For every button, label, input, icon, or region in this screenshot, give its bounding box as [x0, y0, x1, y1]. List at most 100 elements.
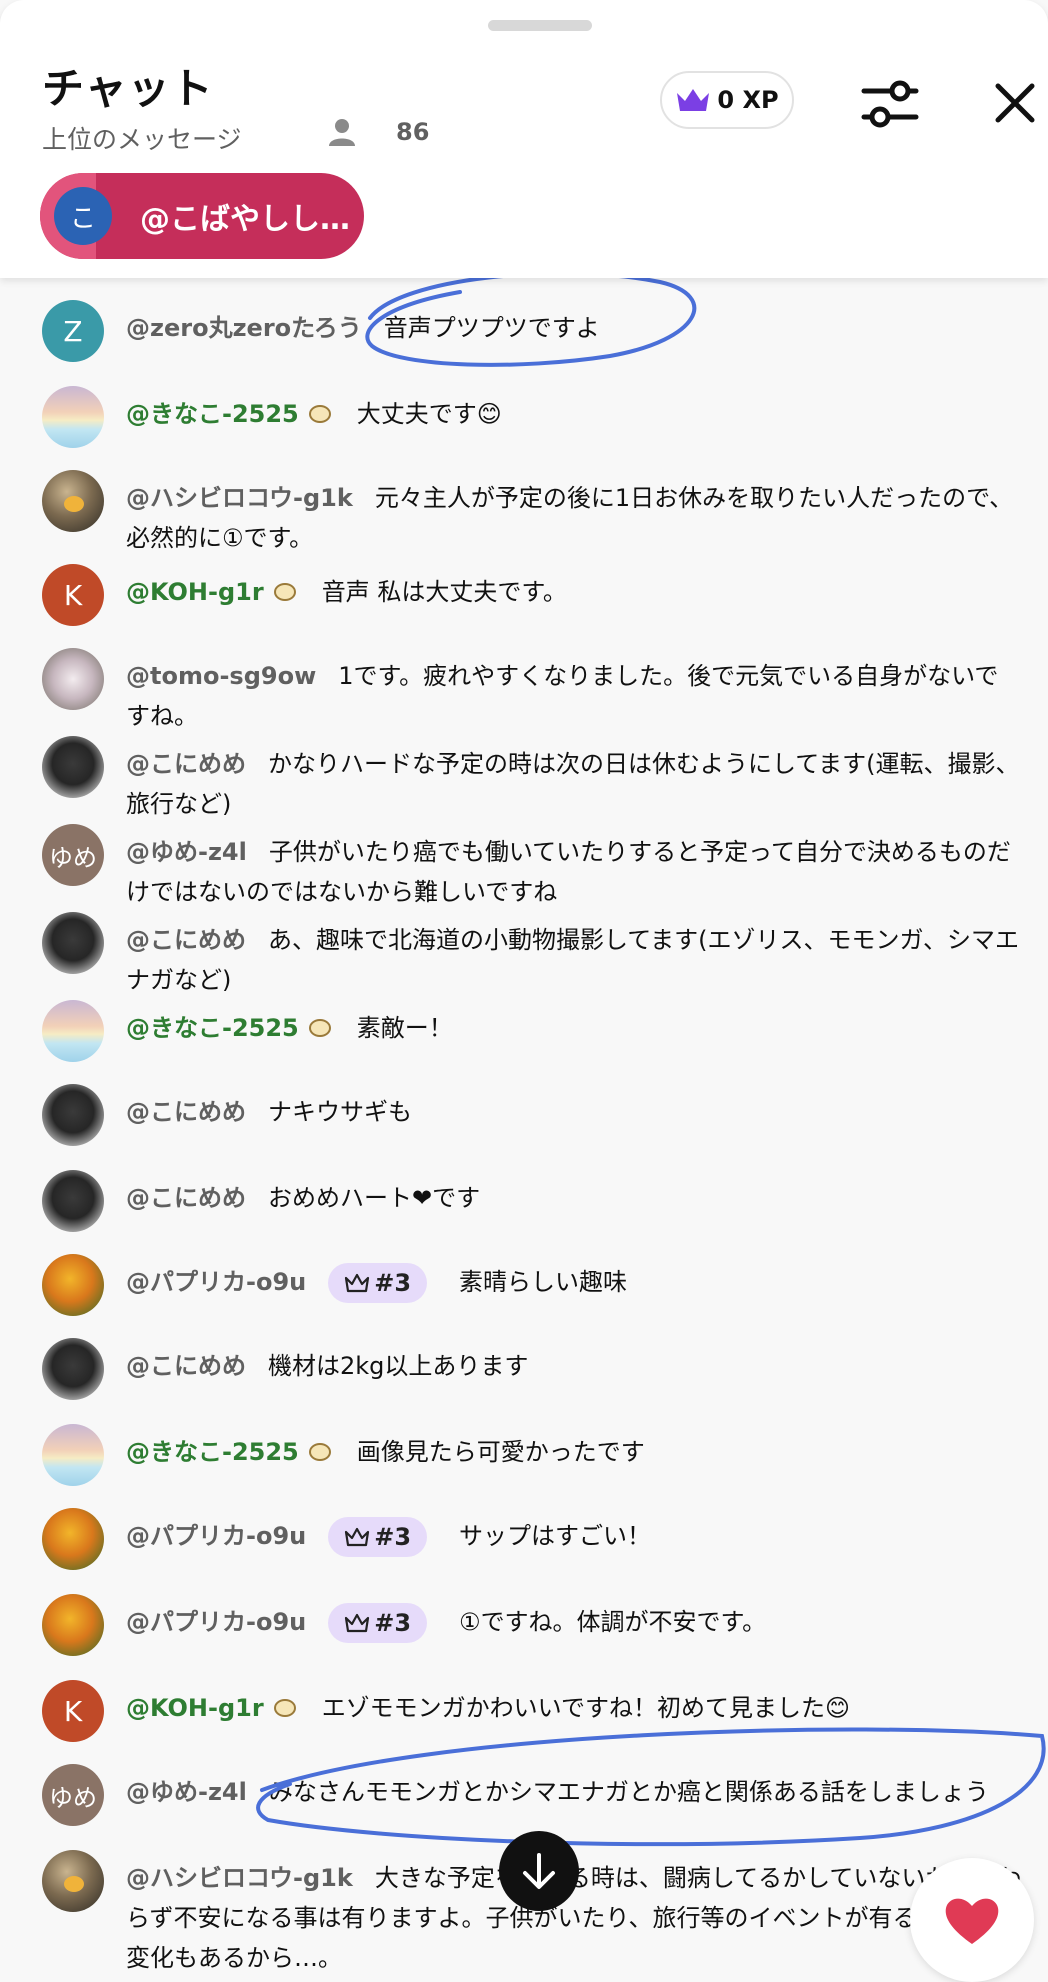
chat-message[interactable]: @こにめめ ナキウサギも [42, 1084, 1022, 1146]
rank-badge: #3 [328, 1517, 428, 1557]
message-body: @きなこ-2525 素敵ー！ [126, 1000, 1022, 1048]
message-text: みなさんモモンガとかシマエナガとか癌と関係ある話をしましょう [268, 1778, 989, 1806]
message-author[interactable]: @こにめめ [126, 1098, 246, 1126]
message-body: @こにめめ 機材は2kg以上あります [126, 1338, 1022, 1386]
avatar [42, 1338, 104, 1400]
message-author[interactable]: @きなこ-2525 [126, 1014, 299, 1042]
message-author[interactable]: @きなこ-2525 [126, 1438, 299, 1466]
message-text: 子供がいたり癌でも働いていたりすると予定って自分で決めるものだけではないのではな… [126, 838, 1011, 906]
message-author[interactable]: @ゆめ-z4l [126, 838, 247, 866]
xp-value: 0 XP [717, 86, 779, 114]
person-icon [329, 119, 355, 146]
avatar: ゆめ [42, 824, 104, 886]
avatar [42, 736, 104, 798]
message-author[interactable]: @ゆめ-z4l [126, 1778, 247, 1806]
message-text: 機材は2kg以上あります [268, 1352, 529, 1380]
rank-value: #3 [374, 1269, 412, 1297]
avatar [42, 1254, 104, 1316]
message-author[interactable]: @パプリカ-o9u [126, 1608, 306, 1636]
message-body: @パプリカ-o9u #3 サップはすごい！ [126, 1508, 1022, 1557]
member-badge-icon [273, 583, 296, 601]
pinned-user-name: @こばやしし… [140, 202, 350, 237]
message-text: 素晴らしい趣味 [459, 1268, 628, 1296]
chat-message[interactable]: @パプリカ-o9u #3 サップはすごい！ [42, 1508, 1022, 1570]
message-text: かなりハードな予定の時は次の日は休むようにしてます(運転、撮影、旅行など) [126, 750, 1020, 818]
chat-message[interactable]: @きなこ-2525 素敵ー！ [42, 1000, 1022, 1062]
message-author[interactable]: @zero丸zeroたろう [126, 314, 362, 342]
message-author[interactable]: @ハシビロコウ-g1k [126, 484, 353, 512]
chat-message[interactable]: @きなこ-2525 画像見たら可愛かったです [42, 1424, 1022, 1486]
message-text: 音声 私は大丈夫です。 [321, 578, 567, 606]
chat-header: チャット 上位のメッセージ 86 0 XP こ @こばやしし… [0, 0, 1048, 278]
message-body: @zero丸zeroたろう 音声プツプツですよ [126, 300, 1022, 348]
message-body: @きなこ-2525 大丈夫です😊 [126, 386, 1022, 434]
top-messages-selector[interactable]: 上位のメッセージ [42, 120, 242, 156]
chat-message[interactable]: ゆめ @ゆめ-z4l 子供がいたり癌でも働いていたりすると予定って自分で決めるもの… [42, 824, 1022, 912]
message-text: エゾモモンガかわいいですね！初めて見ました😊 [321, 1694, 850, 1722]
message-body: @ゆめ-z4l 子供がいたり癌でも働いていたりすると予定って自分で決めるものだけで… [126, 824, 1022, 912]
heart-reaction-button[interactable] [910, 1858, 1034, 1982]
message-body: @パプリカ-o9u #3 ①ですね。体調が不安です。 [126, 1594, 1022, 1643]
avatar [42, 648, 104, 710]
message-author[interactable]: @こにめめ [126, 926, 246, 954]
message-body: @こにめめ かなりハードな予定の時は次の日は休むようにしてます(運転、撮影、旅行な… [126, 736, 1022, 824]
xp-button[interactable]: 0 XP [660, 71, 794, 129]
avatar: ゆめ [42, 1764, 104, 1826]
heart-icon [945, 1898, 999, 1944]
message-text: 音声プツプツですよ [383, 314, 600, 342]
chat-message[interactable]: Z @zero丸zeroたろう 音声プツプツですよ [42, 300, 1022, 362]
avatar: こ [54, 187, 112, 245]
chat-message[interactable]: K @KOH-g1r エゾモモンガかわいいですね！初めて見ました😊 [42, 1680, 1022, 1742]
chat-message[interactable]: @パプリカ-o9u #3 ①ですね。体調が不安です。 [42, 1594, 1022, 1656]
message-author[interactable]: @パプリカ-o9u [126, 1522, 306, 1550]
member-badge-icon [308, 405, 331, 423]
chat-message[interactable]: @tomo-sg9ow 1です。疲れやすくなりました。後で元気でいる自身がないです… [42, 648, 1022, 736]
viewer-count-value: 86 [396, 118, 430, 146]
message-body: @こにめめ おめめハート❤です [126, 1170, 1022, 1218]
message-author[interactable]: @KOH-g1r [126, 1694, 264, 1722]
scroll-to-latest-button[interactable] [499, 1831, 579, 1911]
message-author[interactable]: @KOH-g1r [126, 578, 264, 606]
chat-message[interactable]: K @KOH-g1r 音声 私は大丈夫です。 [42, 564, 1022, 626]
member-badge-icon [308, 1019, 331, 1037]
drag-handle[interactable] [488, 20, 592, 31]
rank-badge: #3 [328, 1263, 428, 1303]
message-text: あ、趣味で北海道の小動物撮影してます(エゾリス、モモンガ、シマエナガなど) [126, 926, 1019, 994]
chat-message[interactable]: ゆめ @ゆめ-z4l みなさんモモンガとかシマエナガとか癌と関係ある話をしましょう [42, 1764, 1022, 1826]
message-body: @ハシビロコウ-g1k 元々主人が予定の後に1日お休みを取りたい人だったので、必然… [126, 470, 1022, 558]
close-icon[interactable] [990, 78, 1040, 128]
message-text: おめめハート❤です [268, 1184, 481, 1212]
avatar [42, 1084, 104, 1146]
chat-message[interactable]: @こにめめ あ、趣味で北海道の小動物撮影してます(エゾリス、モモンガ、シマエナガな… [42, 912, 1022, 1000]
avatar [42, 470, 104, 532]
message-body: @こにめめ ナキウサギも [126, 1084, 1022, 1132]
message-author[interactable]: @tomo-sg9ow [126, 662, 316, 690]
chat-message[interactable]: @こにめめ おめめハート❤です [42, 1170, 1022, 1232]
message-body: @ゆめ-z4l みなさんモモンガとかシマエナガとか癌と関係ある話をしましょう [126, 1764, 1022, 1812]
avatar: Z [42, 300, 104, 362]
chat-message[interactable]: @こにめめ 機材は2kg以上あります [42, 1338, 1022, 1400]
crown-icon [345, 1527, 370, 1547]
message-author[interactable]: @ハシビロコウ-g1k [126, 1864, 353, 1892]
message-text: ①ですね。体調が不安です。 [459, 1608, 767, 1636]
rank-value: #3 [374, 1609, 412, 1637]
pinned-user-chip[interactable]: こ @こばやしし… [40, 173, 364, 259]
message-text: ナキウサギも [268, 1098, 412, 1126]
chat-message[interactable]: @パプリカ-o9u #3 素晴らしい趣味 [42, 1254, 1022, 1316]
message-author[interactable]: @きなこ-2525 [126, 400, 299, 428]
message-author[interactable]: @こにめめ [126, 1352, 246, 1380]
chat-message[interactable]: @ハシビロコウ-g1k 元々主人が予定の後に1日お休みを取りたい人だったので、必然… [42, 470, 1022, 558]
crown-icon [677, 89, 710, 111]
chat-message[interactable]: @きなこ-2525 大丈夫です😊 [42, 386, 1022, 448]
message-author[interactable]: @こにめめ [126, 1184, 246, 1212]
chat-message[interactable]: @こにめめ かなりハードな予定の時は次の日は休むようにしてます(運転、撮影、旅行な… [42, 736, 1022, 824]
rank-value: #3 [374, 1523, 412, 1551]
message-author[interactable]: @こにめめ [126, 750, 246, 778]
message-text: サップはすごい！ [459, 1522, 652, 1550]
message-body: @こにめめ あ、趣味で北海道の小動物撮影してます(エゾリス、モモンガ、シマエナガな… [126, 912, 1022, 1000]
filter-settings-icon[interactable] [860, 76, 920, 132]
message-text: 画像見たら可愛かったです [356, 1438, 645, 1466]
message-author[interactable]: @パプリカ-o9u [126, 1268, 306, 1296]
message-body: @KOH-g1r エゾモモンガかわいいですね！初めて見ました😊 [126, 1680, 1022, 1728]
message-body: @tomo-sg9ow 1です。疲れやすくなりました。後で元気でいる自身がないです… [126, 648, 1022, 736]
